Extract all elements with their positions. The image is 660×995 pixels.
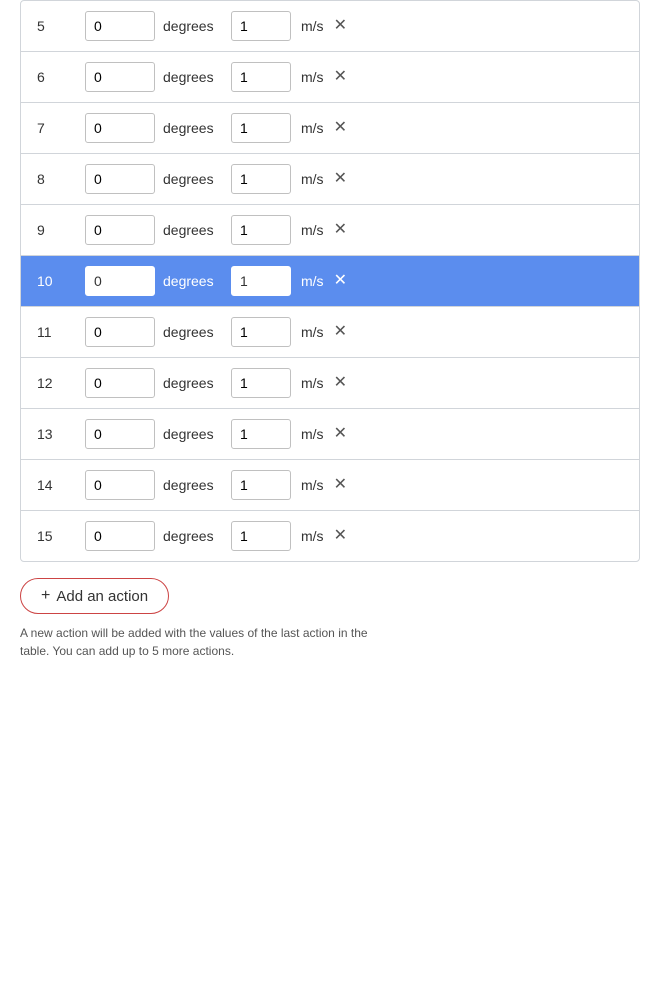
row-number: 8 — [37, 171, 77, 187]
angle-input[interactable] — [85, 470, 155, 500]
angle-unit-label: degrees — [163, 171, 223, 187]
add-action-label: Add an action — [56, 588, 148, 605]
table-row: 7 degrees m/s ✕ — [21, 103, 639, 154]
delete-row-button[interactable]: ✕ — [332, 426, 349, 442]
angle-unit-label: degrees — [163, 375, 223, 391]
row-number: 11 — [37, 324, 77, 340]
speed-input[interactable] — [231, 164, 291, 194]
angle-input[interactable] — [85, 368, 155, 398]
speed-input[interactable] — [231, 113, 291, 143]
speed-unit-label: m/s — [301, 375, 324, 391]
speed-input[interactable] — [231, 62, 291, 92]
speed-input[interactable] — [231, 266, 291, 296]
speed-input[interactable] — [231, 470, 291, 500]
angle-input[interactable] — [85, 266, 155, 296]
table-row: 5 degrees m/s ✕ — [21, 1, 639, 52]
angle-input[interactable] — [85, 419, 155, 449]
angle-unit-label: degrees — [163, 273, 223, 289]
table-row: 11 degrees m/s ✕ — [21, 307, 639, 358]
angle-unit-label: degrees — [163, 477, 223, 493]
speed-input[interactable] — [231, 317, 291, 347]
add-action-area: + Add an action A new action will be add… — [20, 578, 640, 660]
angle-input[interactable] — [85, 62, 155, 92]
speed-unit-label: m/s — [301, 324, 324, 340]
angle-unit-label: degrees — [163, 426, 223, 442]
hint-text: A new action will be added with the valu… — [20, 624, 400, 660]
angle-input[interactable] — [85, 521, 155, 551]
speed-input[interactable] — [231, 215, 291, 245]
speed-unit-label: m/s — [301, 273, 324, 289]
table-row: 12 degrees m/s ✕ — [21, 358, 639, 409]
delete-row-button[interactable]: ✕ — [332, 171, 349, 187]
speed-unit-label: m/s — [301, 171, 324, 187]
table-row: 14 degrees m/s ✕ — [21, 460, 639, 511]
delete-row-button[interactable]: ✕ — [332, 69, 349, 85]
row-number: 13 — [37, 426, 77, 442]
row-number: 14 — [37, 477, 77, 493]
delete-row-button[interactable]: ✕ — [332, 528, 349, 544]
table-row: 13 degrees m/s ✕ — [21, 409, 639, 460]
table-row: 9 degrees m/s ✕ — [21, 205, 639, 256]
row-number: 10 — [37, 273, 77, 289]
angle-unit-label: degrees — [163, 120, 223, 136]
speed-input[interactable] — [231, 419, 291, 449]
angle-unit-label: degrees — [163, 18, 223, 34]
speed-unit-label: m/s — [301, 528, 324, 544]
speed-unit-label: m/s — [301, 426, 324, 442]
row-number: 6 — [37, 69, 77, 85]
speed-unit-label: m/s — [301, 69, 324, 85]
angle-input[interactable] — [85, 317, 155, 347]
angle-input[interactable] — [85, 11, 155, 41]
row-number: 12 — [37, 375, 77, 391]
angle-input[interactable] — [85, 113, 155, 143]
speed-input[interactable] — [231, 11, 291, 41]
angle-unit-label: degrees — [163, 69, 223, 85]
angle-unit-label: degrees — [163, 528, 223, 544]
angle-unit-label: degrees — [163, 324, 223, 340]
row-number: 5 — [37, 18, 77, 34]
plus-icon: + — [41, 587, 50, 605]
row-number: 7 — [37, 120, 77, 136]
table-row: 15 degrees m/s ✕ — [21, 511, 639, 561]
speed-unit-label: m/s — [301, 18, 324, 34]
delete-row-button[interactable]: ✕ — [332, 477, 349, 493]
delete-row-button[interactable]: ✕ — [332, 375, 349, 391]
table-row: 8 degrees m/s ✕ — [21, 154, 639, 205]
delete-row-button[interactable]: ✕ — [332, 18, 349, 34]
table-row: 6 degrees m/s ✕ — [21, 52, 639, 103]
table-wrapper: 5 degrees m/s ✕ 6 degrees m/s ✕ 7 degrees m/s ✕ 8 deg… — [20, 0, 640, 562]
speed-unit-label: m/s — [301, 477, 324, 493]
delete-row-button[interactable]: ✕ — [332, 273, 349, 289]
angle-input[interactable] — [85, 215, 155, 245]
angle-input[interactable] — [85, 164, 155, 194]
speed-unit-label: m/s — [301, 120, 324, 136]
delete-row-button[interactable]: ✕ — [332, 324, 349, 340]
delete-row-button[interactable]: ✕ — [332, 120, 349, 136]
add-action-button[interactable]: + Add an action — [20, 578, 169, 614]
speed-input[interactable] — [231, 368, 291, 398]
delete-row-button[interactable]: ✕ — [332, 222, 349, 238]
speed-input[interactable] — [231, 521, 291, 551]
table-row: 10 degrees m/s ✕ — [21, 256, 639, 307]
row-number: 9 — [37, 222, 77, 238]
angle-unit-label: degrees — [163, 222, 223, 238]
speed-unit-label: m/s — [301, 222, 324, 238]
row-number: 15 — [37, 528, 77, 544]
